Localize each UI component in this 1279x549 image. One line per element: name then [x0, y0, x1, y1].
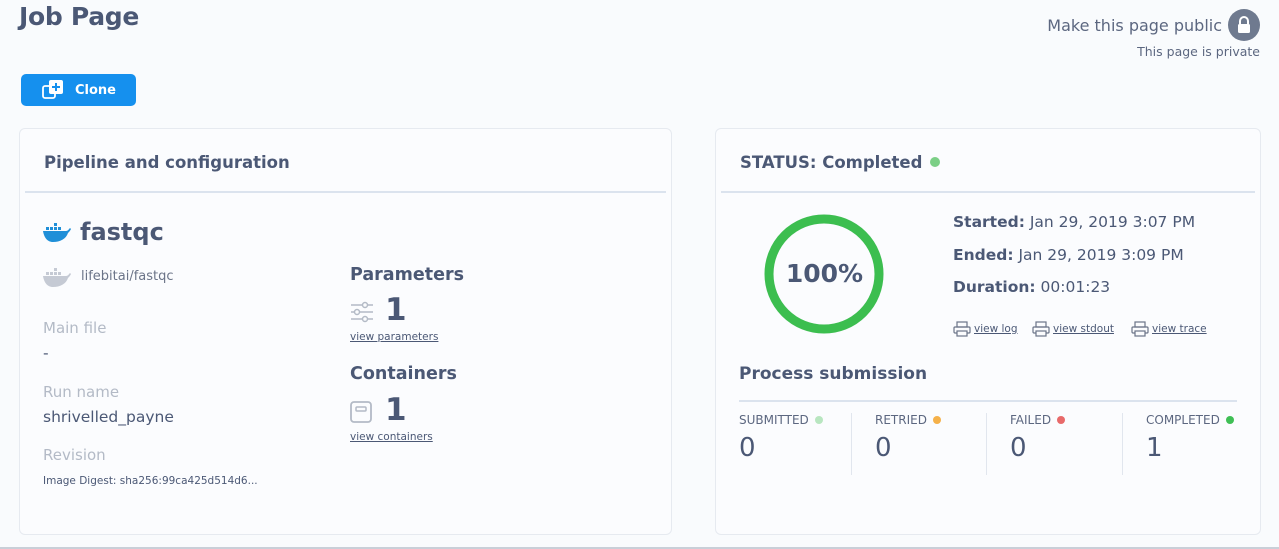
started-label: Started:	[953, 213, 1025, 231]
stat-failed: FAILED 0	[1010, 413, 1066, 475]
ended-value: Jan 29, 2019 3:09 PM	[1018, 246, 1184, 264]
status-card-header: STATUS: Completed	[721, 129, 1255, 193]
pipeline-card: Pipeline and configuration fastqc lifebi…	[19, 128, 672, 535]
docker-image-name: lifebitai/fastqc	[81, 269, 174, 284]
clone-label: Clone	[75, 82, 116, 98]
view-parameters-link[interactable]: view parameters	[350, 331, 438, 343]
clone-icon	[42, 80, 63, 99]
printer-icon	[1032, 321, 1050, 337]
stat-dot	[932, 416, 941, 424]
main-file-label: Main file	[43, 319, 107, 337]
stat-retried: RETRIED 0	[875, 413, 941, 475]
privacy-status: This page is private	[1137, 44, 1260, 59]
page-title: Job Page	[19, 2, 140, 31]
view-stdout-label: view stdout	[1053, 323, 1114, 335]
parameters-count: 1	[385, 292, 407, 328]
containers-title: Containers	[350, 364, 457, 384]
status-dot	[930, 157, 941, 167]
stat-dot	[1225, 416, 1234, 424]
process-divider	[739, 400, 1237, 402]
stat-value: 0	[875, 433, 892, 463]
view-containers-link[interactable]: view containers	[350, 431, 433, 443]
started-row: Started: Jan 29, 2019 3:07 PM	[953, 213, 1195, 231]
clone-button[interactable]: Clone	[21, 74, 136, 106]
image-digest: Image Digest: sha256:99ca425d514d6...	[43, 475, 258, 487]
stat-label: SUBMITTED	[739, 413, 809, 427]
stat-dot	[814, 416, 823, 424]
status-title-wrap: STATUS: Completed	[740, 153, 941, 172]
pipeline-name: fastqc	[80, 218, 164, 246]
stat-divider	[986, 413, 987, 475]
docker-icon	[43, 223, 71, 242]
parameters-title: Parameters	[350, 265, 464, 285]
pipeline-section-title: Pipeline and configuration	[44, 153, 290, 172]
stat-divider	[851, 413, 852, 475]
stat-submitted: SUBMITTED 0	[739, 413, 823, 475]
docker-image-icon	[43, 268, 71, 287]
duration-row: Duration: 00:01:23	[953, 278, 1110, 296]
duration-label: Duration:	[953, 278, 1036, 296]
ended-row: Ended: Jan 29, 2019 3:09 PM	[953, 246, 1184, 264]
stat-completed: COMPLETED 1	[1146, 413, 1234, 475]
started-value: Jan 29, 2019 3:07 PM	[1029, 213, 1196, 231]
printer-icon	[953, 321, 971, 337]
stat-label: FAILED	[1010, 413, 1052, 427]
stat-value: 1	[1146, 433, 1163, 463]
process-submission-title: Process submission	[739, 364, 928, 384]
run-name-value: shrivelled_payne	[43, 408, 174, 426]
containers-count: 1	[385, 392, 407, 428]
stat-label: RETRIED	[875, 413, 927, 427]
ended-label: Ended:	[953, 246, 1014, 264]
main-file-value: -	[43, 344, 49, 362]
sliders-icon	[351, 301, 373, 323]
stat-dot	[1057, 416, 1066, 424]
view-log-link[interactable]: view log	[953, 321, 1018, 337]
lock-icon	[1238, 16, 1250, 33]
status-card: STATUS: Completed 100% Started: Jan 29, …	[715, 128, 1261, 535]
printer-icon	[1131, 321, 1149, 337]
stat-value: 0	[739, 433, 756, 463]
view-stdout-link[interactable]: view stdout	[1032, 321, 1114, 337]
stat-label: COMPLETED	[1146, 413, 1220, 427]
lock-button[interactable]	[1228, 9, 1260, 41]
pipeline-card-header: Pipeline and configuration	[25, 129, 666, 193]
stat-value: 0	[1010, 433, 1027, 463]
container-icon	[350, 401, 372, 423]
progress-percent: 100%	[785, 259, 864, 288]
view-log-label: view log	[974, 323, 1018, 335]
run-name-label: Run name	[43, 383, 120, 401]
view-trace-link[interactable]: view trace	[1131, 321, 1207, 337]
public-toggle-area: Make this page public This page is priva…	[1047, 9, 1260, 59]
status-title: STATUS: Completed	[740, 153, 923, 172]
make-public-label[interactable]: Make this page public	[1047, 16, 1222, 35]
duration-value: 00:01:23	[1040, 278, 1111, 296]
revision-label: Revision	[43, 446, 106, 464]
view-trace-label: view trace	[1152, 323, 1207, 335]
stat-divider	[1122, 413, 1123, 475]
